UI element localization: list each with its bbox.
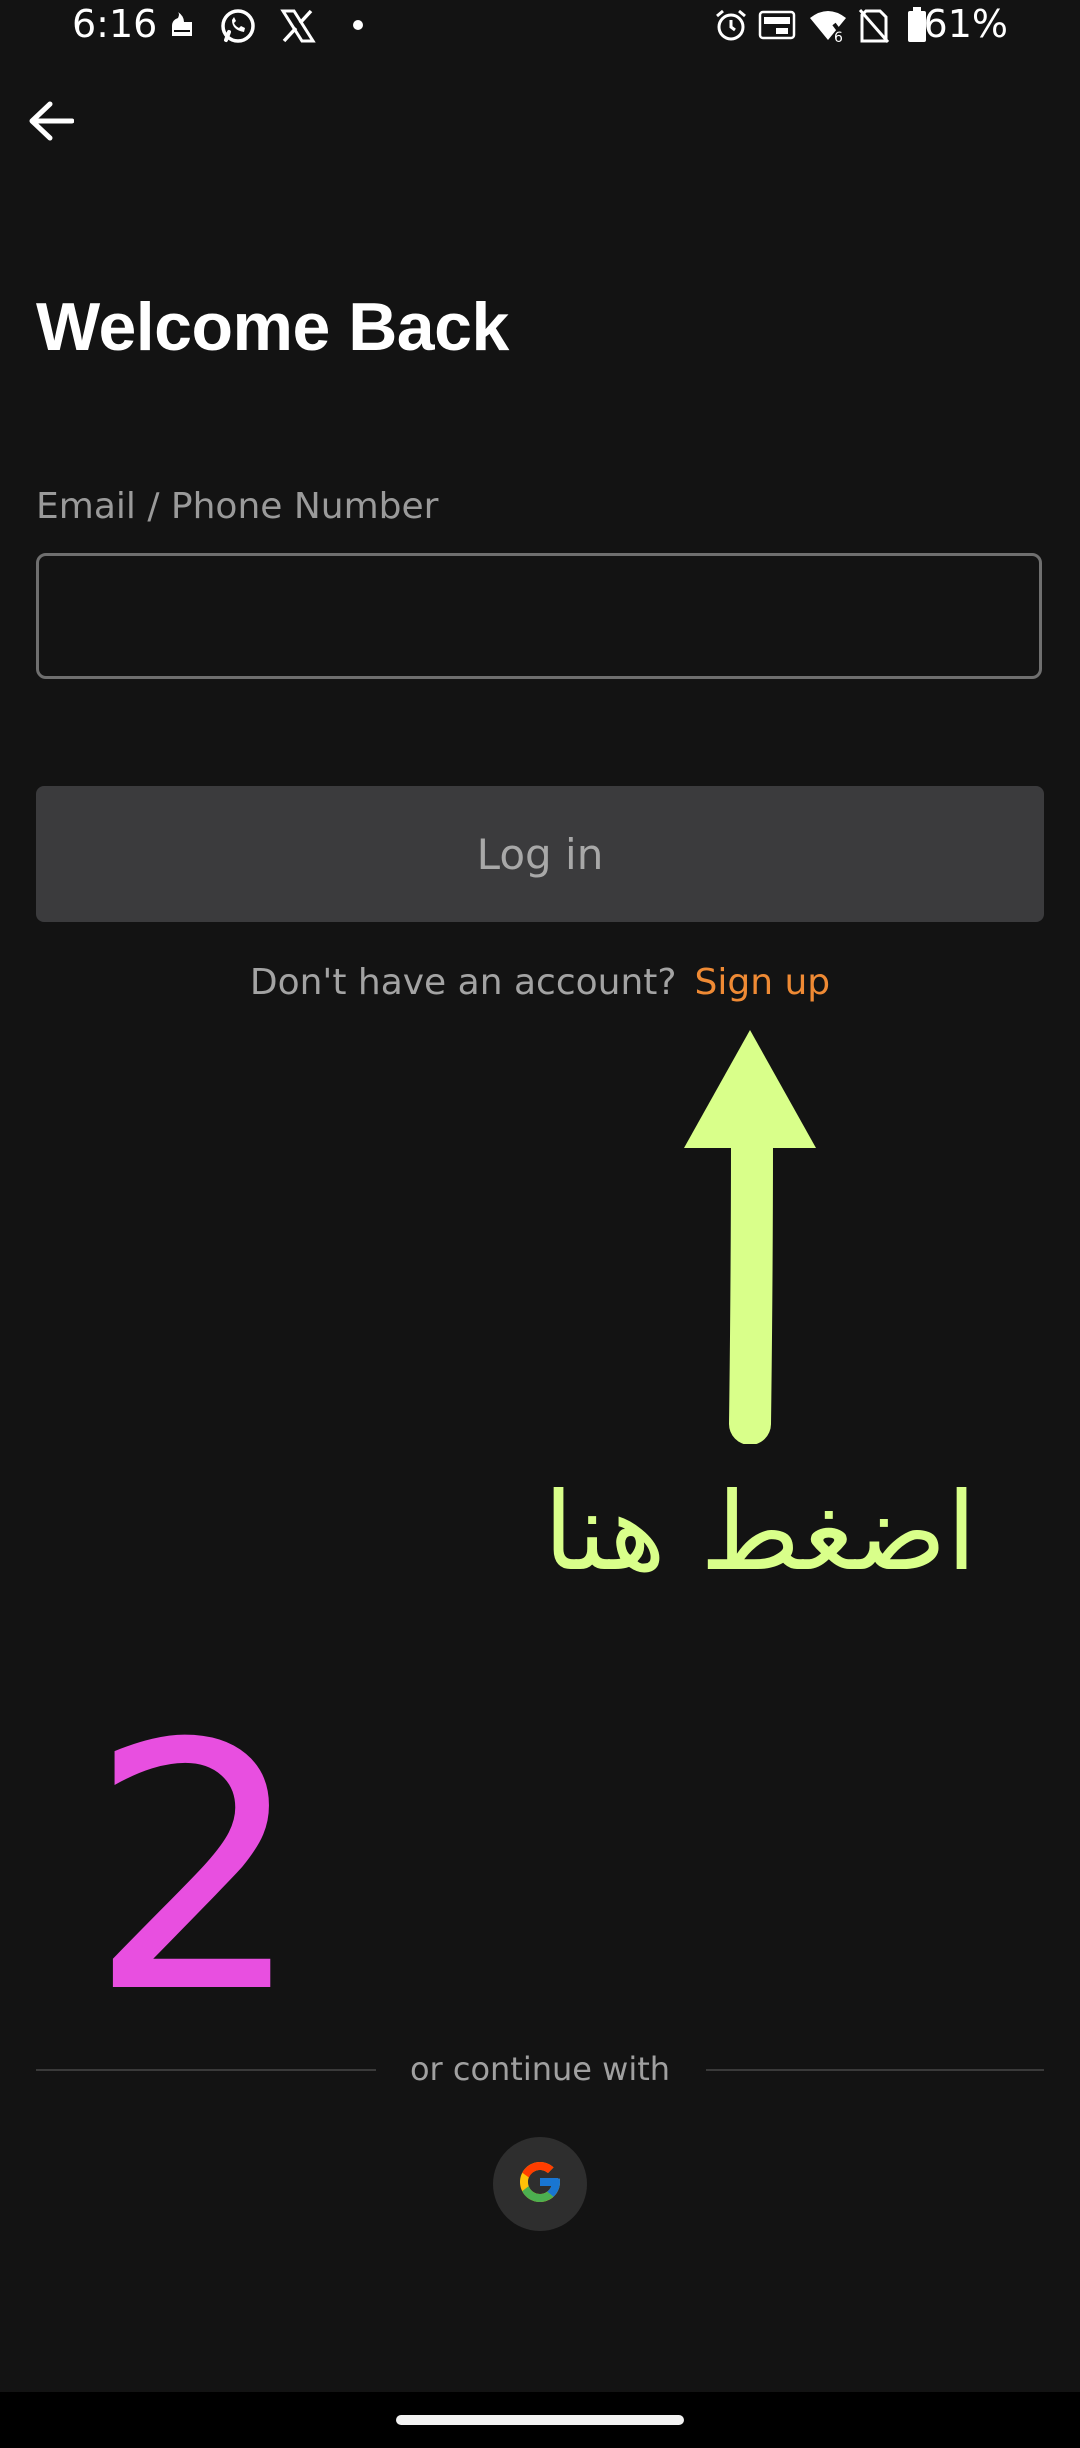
back-button[interactable]	[20, 92, 82, 154]
annotation-tap-here: اضغط هنا	[543, 1470, 977, 1595]
google-icon	[516, 2158, 564, 2211]
signup-link[interactable]: Sign up	[695, 962, 831, 1003]
notification-dot-icon	[352, 18, 364, 36]
email-phone-input[interactable]	[36, 553, 1042, 679]
annotation-arrow	[676, 1024, 826, 1445]
no-sim-icon	[858, 8, 890, 49]
mosque-notification-icon	[166, 8, 198, 45]
alarm-icon	[714, 8, 748, 47]
email-field-label: Email / Phone Number	[36, 486, 439, 527]
login-button[interactable]: Log in	[36, 786, 1044, 922]
home-indicator[interactable]	[396, 2415, 684, 2425]
signup-row: Don't have an account? Sign up	[0, 962, 1080, 1003]
annotation-step-number: 2	[88, 1672, 305, 2068]
google-login-button[interactable]	[493, 2137, 587, 2231]
arrow-left-icon	[28, 100, 75, 147]
whatsapp-icon	[218, 6, 258, 51]
status-bar: 6:16 6 61%	[0, 0, 1080, 56]
battery-percent: 61%	[923, 2, 1008, 46]
svg-text:6: 6	[834, 30, 843, 44]
signup-prompt: Don't have an account?	[249, 962, 677, 1003]
wifi-6-icon: 6	[808, 8, 848, 49]
x-icon	[280, 8, 316, 49]
page-title: Welcome Back	[36, 289, 509, 365]
divider-right	[706, 2069, 1044, 2071]
auto-hz-icon	[758, 10, 796, 47]
status-time: 6:16	[72, 2, 158, 46]
